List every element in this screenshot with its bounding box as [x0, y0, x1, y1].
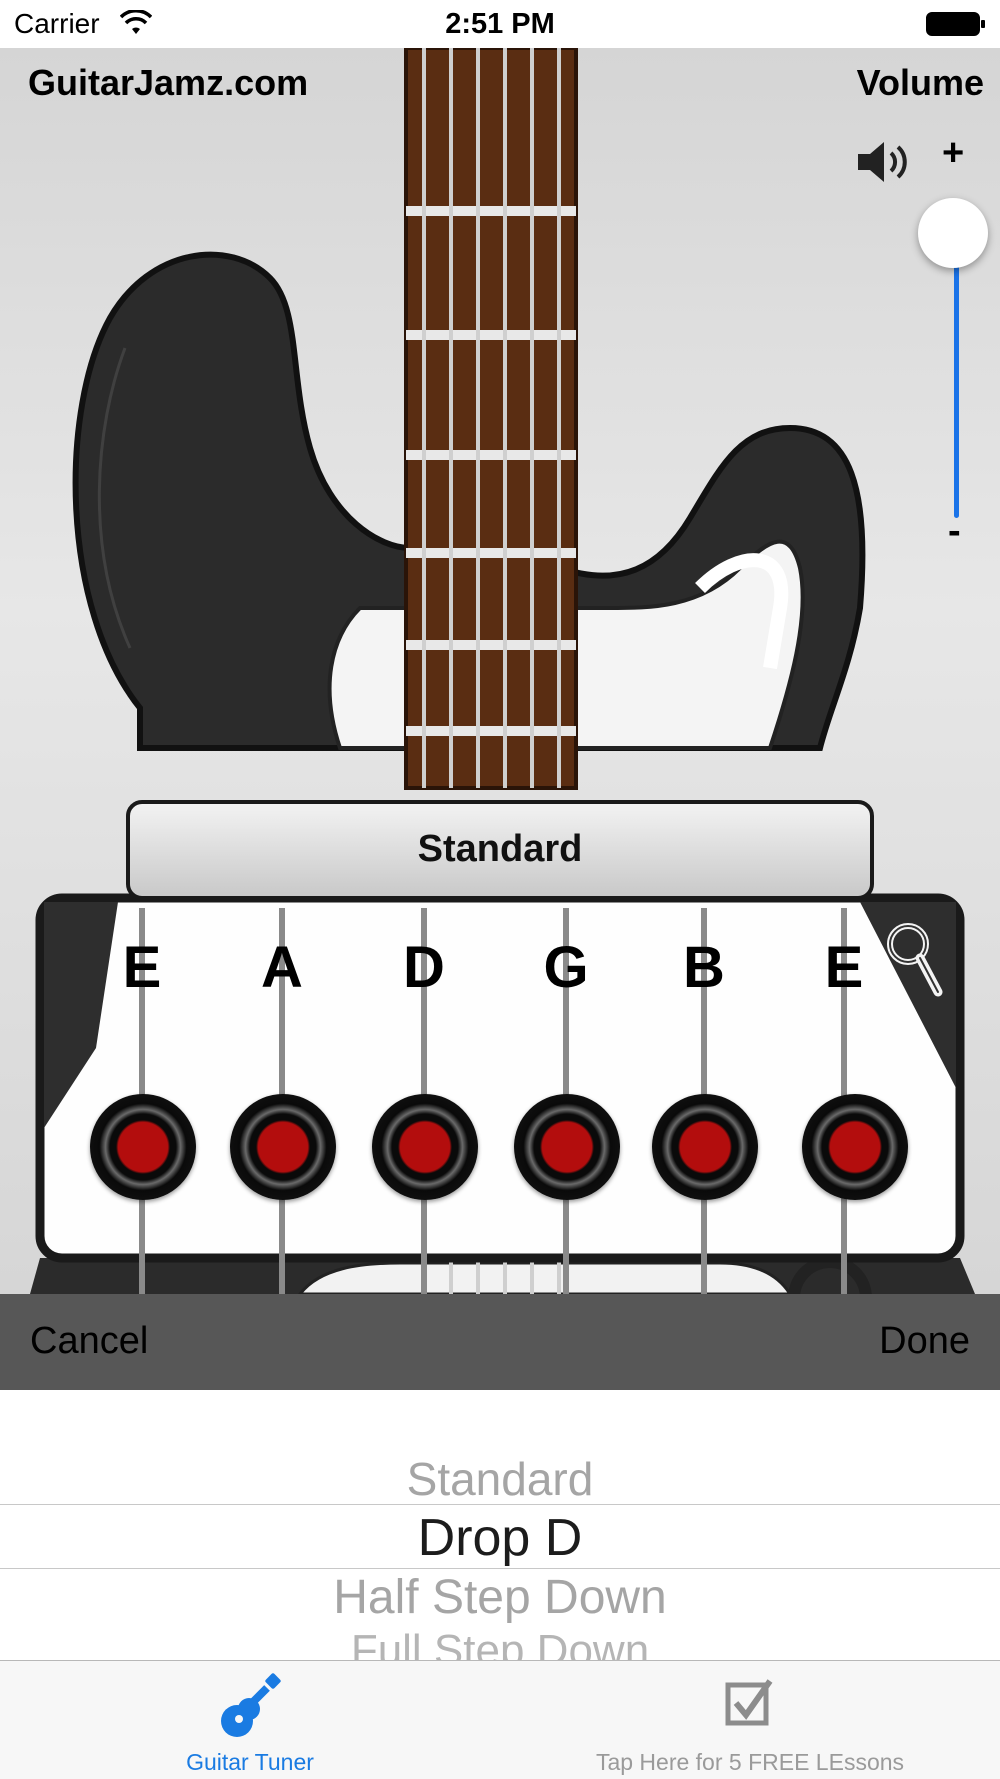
string-note-4: G — [543, 935, 589, 1000]
picker-selection-line — [0, 1568, 1000, 1569]
string-note-5: B — [683, 935, 725, 1000]
tuning-header[interactable]: Standard — [126, 800, 874, 900]
picker-toolbar: Cancel Done — [0, 1294, 1000, 1390]
volume-slider-thumb[interactable] — [918, 198, 988, 268]
tuning-name: Standard — [417, 828, 583, 870]
play-string-button-6[interactable] — [802, 1094, 908, 1200]
tab-bar: Guitar Tuner Tap Here for 5 FREE LEssons — [0, 1660, 1000, 1779]
status-bar: Carrier 2:51 PM — [0, 0, 1000, 48]
volume-label: Volume — [856, 62, 984, 103]
site-title: GuitarJamz.com — [28, 62, 309, 103]
picker-option[interactable]: Full Step Down — [0, 1626, 1000, 1660]
string-note-1: E — [122, 935, 162, 1000]
picker-option[interactable]: Standard — [0, 1452, 1000, 1506]
play-string-button-1[interactable] — [90, 1094, 196, 1200]
tab-label: Guitar Tuner — [186, 1749, 314, 1775]
picker-option[interactable]: Half Step Down — [0, 1570, 1000, 1625]
play-string-button-3[interactable] — [372, 1094, 478, 1200]
volume-slider-fill — [954, 228, 959, 518]
string-note-6: E — [824, 935, 864, 1000]
done-button[interactable]: Done — [879, 1320, 970, 1363]
play-string-button-5[interactable] — [652, 1094, 758, 1200]
clock: 2:51 PM — [445, 8, 555, 40]
play-string-button-4[interactable] — [514, 1094, 620, 1200]
tuning-picker[interactable]: Standard Drop D Half Step Down Full Step… — [0, 1390, 1000, 1660]
string-note-2: A — [261, 935, 303, 1000]
guitar-icon — [221, 1673, 281, 1737]
speaker-icon — [858, 142, 907, 182]
play-string-button-2[interactable] — [230, 1094, 336, 1200]
tab-label: Tap Here for 5 FREE LEssons — [595, 1749, 905, 1775]
string-note-3: D — [403, 935, 445, 1000]
magnifier-icon[interactable] — [884, 920, 944, 1000]
picker-option-selected[interactable]: Drop D — [0, 1508, 1000, 1568]
battery-icon — [926, 12, 985, 36]
volume-slider-track[interactable] — [954, 228, 959, 518]
checkbox-icon — [725, 1679, 773, 1726]
tuner-stage: GuitarJamz.com Volume + - Standard E A D… — [0, 48, 1000, 1294]
cancel-button[interactable]: Cancel — [30, 1320, 148, 1363]
volume-plus: + — [942, 132, 965, 174]
tab-guitar-tuner[interactable]: Guitar Tuner — [150, 1661, 350, 1779]
tab-free-lessons[interactable]: Tap Here for 5 FREE LEssons — [560, 1661, 940, 1779]
volume-minus: - — [948, 510, 961, 552]
